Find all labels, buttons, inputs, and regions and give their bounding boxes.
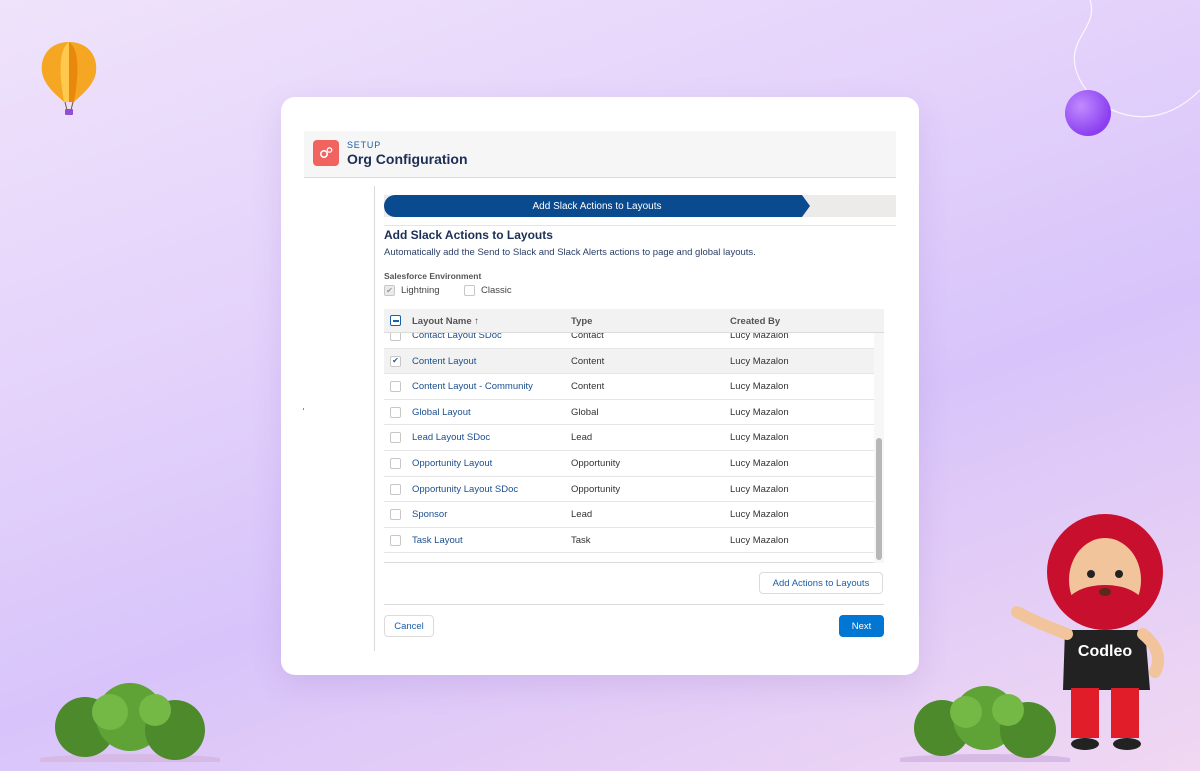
table-header: Layout Name ↑ Type Created By	[384, 309, 884, 333]
cancel-button[interactable]: Cancel	[384, 615, 434, 637]
row-checkbox[interactable]	[390, 381, 401, 393]
row-checkbox[interactable]	[390, 406, 401, 418]
row-checkbox[interactable]	[390, 458, 401, 469]
env-option-classic: Classic	[464, 285, 512, 296]
layout-created-by: Lucy Mazalon	[730, 406, 789, 418]
layout-name-link[interactable]: Opportunity Layout SDoc	[412, 484, 518, 495]
environment-label: Salesforce Environment	[384, 271, 482, 281]
decorative-orb	[1065, 90, 1111, 136]
layout-name-link[interactable]: Global Layout	[412, 407, 471, 418]
layout-type: Opportunity	[571, 458, 621, 469]
layout-created-by: Lucy Mazalon	[730, 509, 789, 521]
lion-mascot: Codleo	[1011, 514, 1164, 750]
classic-label: Classic	[481, 285, 512, 296]
layout-type: Lead	[571, 509, 593, 521]
layout-name-link[interactable]: Lead Layout SDoc	[412, 432, 490, 443]
progress-bar: Add Slack Actions to Layouts	[384, 195, 896, 217]
gears-icon	[313, 140, 339, 166]
column-layout-name[interactable]: Layout Name ↑	[412, 316, 479, 327]
hot-air-balloon-icon	[41, 42, 97, 115]
layout-type: Content	[571, 381, 605, 393]
row-checkbox[interactable]	[390, 534, 401, 546]
layout-type: Opportunity	[571, 483, 621, 495]
layout-type: Task	[571, 534, 591, 546]
mascot-shirt-text: Codleo	[1078, 643, 1132, 660]
layout-name-link[interactable]: Opportunity Layout	[412, 458, 492, 469]
layout-name-link[interactable]: Sponsor	[412, 509, 447, 520]
bush-left	[40, 683, 220, 762]
table-row[interactable]: Sponsor Lead Lucy Mazalon	[384, 502, 874, 528]
setup-label: SETUP	[347, 140, 382, 150]
column-type[interactable]: Type	[571, 316, 592, 327]
layout-type: Lead	[571, 432, 593, 444]
layout-created-by: Lucy Mazalon	[730, 355, 789, 367]
layout-type: Content	[571, 355, 605, 367]
row-checkbox[interactable]	[390, 333, 401, 341]
page-title: Org Configuration	[347, 151, 468, 167]
layout-name-link[interactable]: Task Layout	[412, 535, 463, 546]
lightning-label: Lightning	[401, 285, 440, 296]
table-row[interactable]: Global Layout Global Lucy Mazalon	[384, 400, 874, 426]
layout-type: Contact	[571, 333, 604, 341]
table-row[interactable]: Opportunity Layout Opportunity Lucy Maza…	[384, 451, 874, 477]
layouts-table: Layout Name ↑ Type Created By Contact La…	[384, 309, 884, 563]
env-option-lightning: ✔ Lightning	[384, 285, 440, 296]
select-all-checkbox[interactable]	[390, 315, 401, 326]
layout-created-by: Lucy Mazalon	[730, 483, 789, 495]
layout-name-link[interactable]: Contact Layout SDoc	[412, 333, 502, 341]
table-row[interactable]: Content Layout - Community Content Lucy …	[384, 374, 874, 400]
layout-created-by: Lucy Mazalon	[730, 458, 789, 469]
layout-created-by: Lucy Mazalon	[730, 333, 789, 341]
page-header: SETUP Org Configuration	[304, 131, 896, 178]
step-title: Add Slack Actions to Layouts	[384, 228, 553, 242]
layout-created-by: Lucy Mazalon	[730, 432, 789, 444]
layout-name-link[interactable]: Content Layout	[412, 356, 476, 367]
table-row[interactable]: Lead Layout SDoc Lead Lucy Mazalon	[384, 425, 874, 451]
table-row[interactable]: Contact Layout SDoc Contact Lucy Mazalon	[384, 333, 874, 349]
table-body: Contact Layout SDoc Contact Lucy Mazalon…	[384, 333, 884, 563]
row-checkbox[interactable]: ✔	[390, 355, 401, 367]
add-actions-button[interactable]: Add Actions to Layouts	[759, 572, 883, 594]
column-created-by[interactable]: Created By	[730, 316, 780, 327]
table-row[interactable]: Task Layout Task Lucy Mazalon	[384, 528, 874, 554]
wizard-border	[374, 186, 375, 651]
table-row[interactable]: Opportunity Layout SDoc Opportunity Lucy…	[384, 477, 874, 503]
divider	[384, 225, 896, 226]
step-description: Automatically add the Send to Slack and …	[384, 247, 756, 258]
next-button[interactable]: Next	[839, 615, 884, 637]
classic-checkbox[interactable]	[464, 285, 475, 296]
layout-name-link[interactable]: Content Layout - Community	[412, 381, 533, 392]
progress-step-active: Add Slack Actions to Layouts	[384, 195, 810, 217]
table-row[interactable]: ✔ Content Layout Content Lucy Mazalon	[384, 348, 874, 375]
row-checkbox[interactable]	[390, 509, 401, 521]
row-checkbox[interactable]	[390, 483, 401, 495]
row-checkbox[interactable]	[390, 432, 401, 444]
org-configuration-screen: SETUP Org Configuration Add Slack Action…	[304, 131, 896, 651]
lightning-checkbox[interactable]: ✔	[384, 285, 395, 296]
table-scrollbar-thumb[interactable]	[876, 438, 882, 560]
layout-type: Global	[571, 406, 599, 418]
footer-divider	[384, 604, 884, 605]
layout-created-by: Lucy Mazalon	[730, 381, 789, 393]
layout-created-by: Lucy Mazalon	[730, 534, 789, 546]
